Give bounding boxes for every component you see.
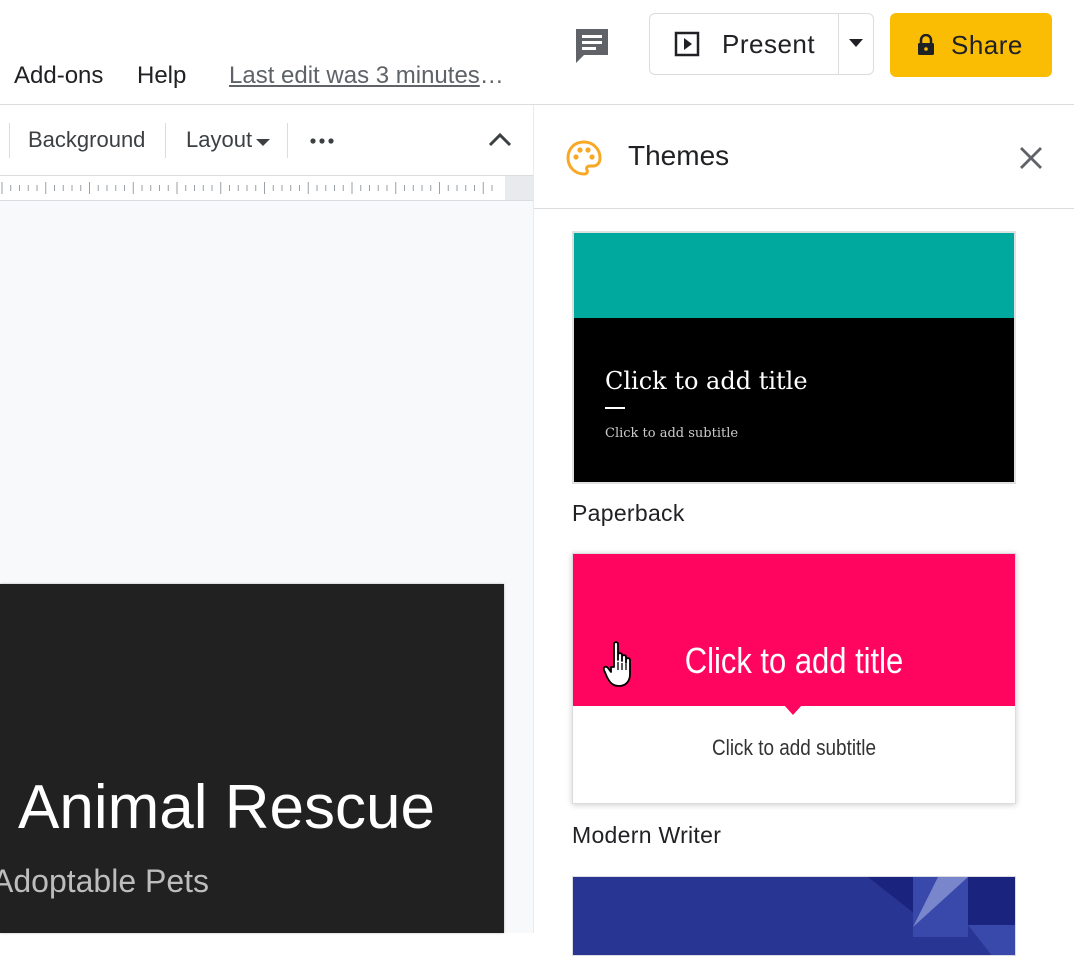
ruler-margin (505, 176, 533, 200)
menu-help[interactable]: Help (137, 62, 186, 90)
present-options-chevron-down-icon[interactable] (849, 39, 863, 47)
theme-preview-dash (605, 407, 625, 409)
present-play-icon (674, 31, 700, 57)
theme-body (574, 318, 1014, 482)
theme-preview-subtitle: Click to add subtitle (711, 735, 877, 760)
theme-preview-title: Click to add title (684, 640, 904, 681)
theme-card-paperback[interactable]: Click to add title Click to add subtitle (572, 231, 1016, 484)
theme-card-third[interactable] (572, 876, 1016, 956)
toolbar-separator (165, 123, 166, 158)
theme-card-modern-writer[interactable]: Click to add title Click to add subtitle (572, 553, 1016, 804)
present-button[interactable]: Present (650, 14, 838, 74)
themes-panel-title: Themes (628, 140, 730, 171)
themes-header-divider (534, 208, 1074, 209)
theme-preview-title: Click to add title (605, 367, 808, 395)
share-button[interactable]: Share (890, 13, 1052, 77)
ruler (0, 175, 533, 201)
theme-accent-notch (784, 705, 802, 715)
share-label: Share (951, 29, 1023, 60)
menu-addons[interactable]: Add-ons (14, 62, 103, 90)
collapse-toolbar-chevron-up-icon[interactable] (487, 130, 513, 150)
layout-chevron-down-icon[interactable] (256, 139, 270, 146)
present-divider (838, 14, 839, 74)
theme-accent-band (574, 233, 1014, 318)
present-label: Present (722, 28, 816, 59)
ruler-ticks (1, 182, 493, 194)
lock-icon (918, 34, 934, 55)
close-icon[interactable] (1018, 145, 1044, 171)
panel-divider (533, 105, 534, 933)
background-button[interactable]: Background (28, 127, 145, 153)
slide-title[interactable]: Animal Rescue (18, 772, 435, 843)
topbar-divider (0, 104, 1074, 105)
palette-icon (566, 140, 602, 176)
theme-name-paperback: Paperback (572, 500, 685, 526)
theme-accent-band (573, 554, 1015, 706)
comment-icon[interactable] (572, 25, 612, 65)
layout-button[interactable]: Layout (186, 127, 252, 153)
slide[interactable]: Animal Rescue Adoptable Pets (0, 584, 504, 933)
present-button-group: Present (649, 13, 874, 75)
theme-name-modern-writer: Modern Writer (572, 822, 722, 848)
toolbar-separator (287, 123, 288, 158)
theme-preview-shapes (868, 877, 1015, 955)
slide-subtitle[interactable]: Adoptable Pets (0, 863, 209, 900)
toolbar-separator (9, 123, 10, 158)
theme-preview-subtitle: Click to add subtitle (605, 426, 739, 441)
last-edit-link[interactable]: Last edit was 3 minutes ago (229, 62, 505, 90)
hand-pointer-cursor-icon (602, 641, 631, 687)
more-options-icon[interactable] (309, 132, 335, 150)
